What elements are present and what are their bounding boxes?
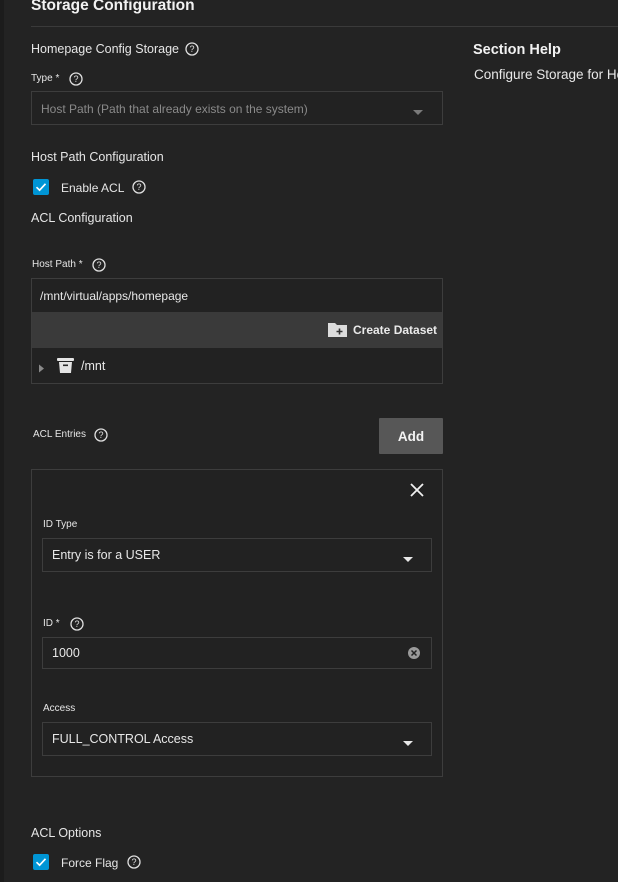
acl-configuration-label: ACL Configuration	[31, 211, 133, 225]
access-select[interactable]: FULL_CONTROL Access	[42, 722, 432, 756]
id-value: 1000	[52, 646, 80, 660]
host-path-input[interactable]: /mnt/virtual/apps/homepage	[40, 289, 188, 303]
help-icon[interactable]: ?	[94, 428, 108, 442]
svg-text:?: ?	[136, 182, 141, 192]
type-select[interactable]: Host Path (Path that already exists on t…	[31, 91, 443, 125]
help-icon[interactable]: ?	[185, 42, 199, 56]
acl-entries-label: ACL Entries	[33, 429, 86, 440]
chevron-down-icon	[412, 105, 424, 120]
id-label: ID *	[43, 618, 60, 629]
chevron-down-icon	[402, 552, 414, 567]
dataset-icon	[56, 356, 75, 378]
check-icon	[35, 858, 47, 867]
folder-plus-icon	[328, 323, 347, 337]
force-flag-checkbox[interactable]	[33, 854, 49, 870]
enable-acl-label: Enable ACL	[61, 181, 125, 195]
close-icon[interactable]	[409, 482, 425, 501]
side-rail	[0, 0, 4, 882]
section-help-title: Section Help	[473, 42, 561, 58]
create-dataset-button[interactable]: Create Dataset	[327, 321, 437, 338]
svg-text:?: ?	[189, 44, 194, 54]
id-type-select[interactable]: Entry is for a USER	[42, 538, 432, 572]
clear-icon[interactable]	[407, 646, 421, 663]
force-flag-label: Force Flag	[61, 856, 119, 870]
create-dataset-label: Create Dataset	[353, 322, 438, 337]
page-title: Storage Configuration	[31, 0, 195, 14]
svg-text:?: ?	[98, 430, 103, 440]
section-help-text: Configure Storage for Homepage	[474, 67, 618, 82]
acl-entry-card: ID Type Entry is for a USER ID * ? 1000 …	[31, 469, 443, 777]
svg-text:?: ?	[96, 260, 101, 270]
title-divider	[31, 26, 618, 27]
help-icon[interactable]: ?	[70, 617, 84, 631]
svg-text:?: ?	[131, 857, 136, 867]
access-value: FULL_CONTROL Access	[52, 732, 194, 746]
svg-text:?: ?	[74, 619, 79, 629]
homepage-config-storage-label: Homepage Config Storage	[31, 42, 180, 56]
tree-node-mnt[interactable]: /mnt	[32, 348, 442, 383]
tree-node-label: /mnt	[81, 359, 106, 373]
type-select-value: Host Path (Path that already exists on t…	[41, 102, 308, 116]
help-icon[interactable]: ?	[92, 258, 106, 272]
id-type-value: Entry is for a USER	[52, 548, 161, 562]
id-input[interactable]: 1000	[42, 637, 432, 669]
host-path-configuration-label: Host Path Configuration	[31, 150, 164, 164]
help-icon[interactable]: ?	[69, 72, 83, 86]
type-label: Type *	[31, 73, 60, 84]
enable-acl-checkbox[interactable]	[33, 179, 49, 195]
check-icon	[35, 183, 47, 192]
acl-options-label: ACL Options	[31, 826, 102, 840]
host-path-explorer: /mnt/virtual/apps/homepage Create Datase…	[31, 278, 443, 384]
explorer-toolbar: Create Dataset	[32, 312, 442, 348]
host-path-label: Host Path *	[32, 259, 83, 270]
caret-right-icon[interactable]	[38, 361, 45, 376]
access-label: Access	[43, 703, 76, 714]
add-acl-entry-button[interactable]: Add	[379, 418, 443, 454]
id-type-label: ID Type	[43, 519, 78, 530]
svg-text:?: ?	[73, 74, 78, 84]
help-icon[interactable]: ?	[127, 855, 141, 869]
help-icon[interactable]: ?	[132, 180, 146, 194]
chevron-down-icon	[402, 736, 414, 751]
